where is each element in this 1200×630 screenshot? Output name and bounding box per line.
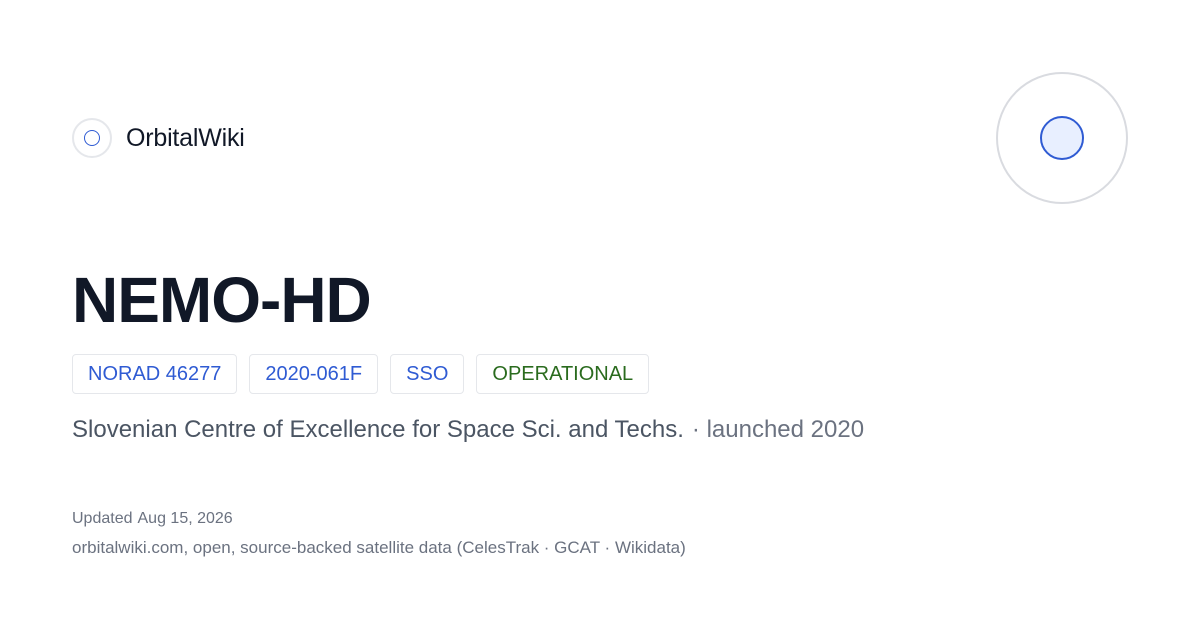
operator-line: Slovenian Centre of Excellence for Space…	[72, 414, 864, 446]
updated-date: Aug 15, 2026	[137, 510, 233, 527]
badge-row: NORAD 46277 2020-061F SSO OPERATIONAL	[72, 354, 650, 394]
orbit-badge: SSO	[390, 354, 465, 394]
launch-year: · launched 2020	[691, 416, 865, 443]
cospar-badge: 2020-061F	[249, 354, 379, 394]
norad-badge: NORAD 46277	[72, 354, 238, 394]
brand[interactable]: OrbitalWiki	[72, 118, 245, 158]
satellite-name: NEMO-HD	[72, 264, 372, 336]
satellite-orbit-icon	[996, 72, 1128, 204]
brand-dot	[84, 130, 100, 146]
status-badge: OPERATIONAL	[476, 354, 650, 394]
satellite-dot	[1040, 116, 1084, 160]
brand-name: OrbitalWiki	[126, 123, 245, 152]
source-line: orbitalwiki.com, open, source-backed sat…	[72, 538, 686, 557]
orbit-ring-icon	[72, 118, 112, 158]
updated-line: Updated Aug 15, 2026	[72, 508, 233, 530]
operator-name: Slovenian Centre of Excellence for Space…	[72, 416, 684, 443]
updated-label: Updated	[72, 510, 133, 527]
